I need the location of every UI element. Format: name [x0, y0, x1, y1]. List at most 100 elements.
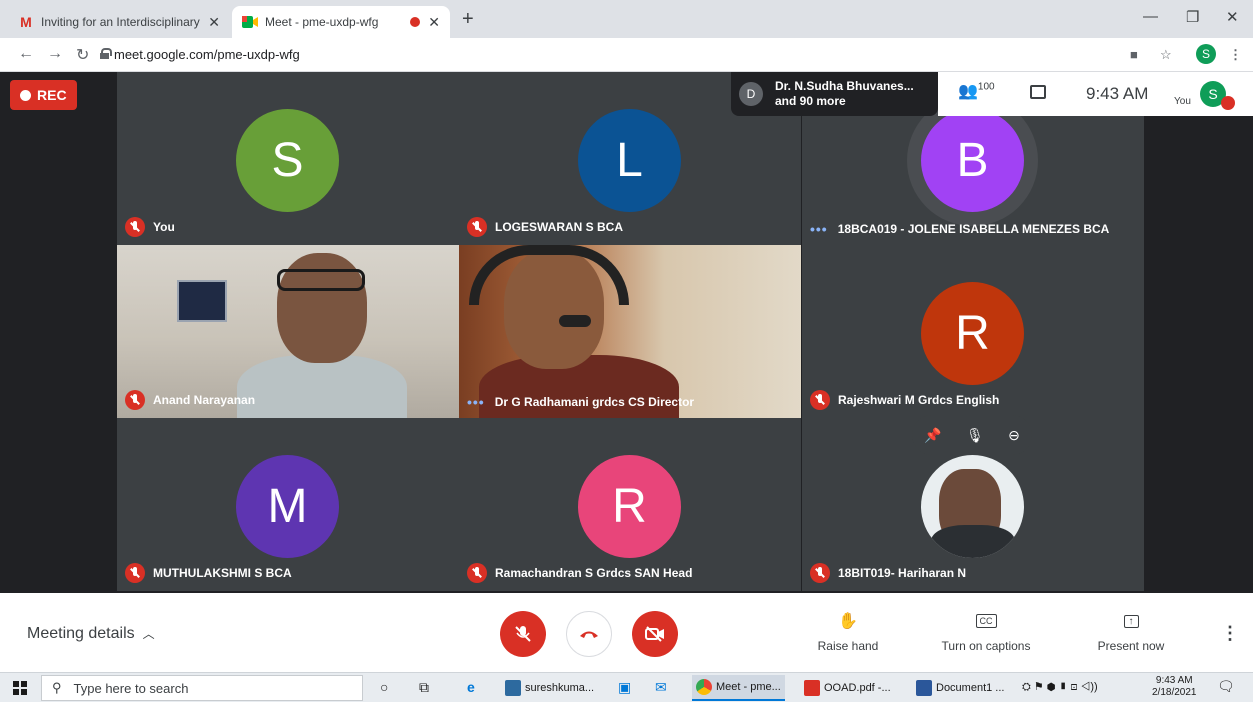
avatar: B — [921, 109, 1024, 212]
pdf-icon — [804, 680, 820, 696]
headset — [469, 245, 629, 305]
taskbar-search[interactable]: ⚲ Type here to search — [41, 675, 363, 701]
record-dot-icon — [20, 89, 31, 101]
participant-video-tile[interactable]: ••• Dr G Radhamani grdcs CS Director — [459, 245, 801, 418]
new-tab-button[interactable]: + — [462, 8, 474, 31]
mail-icon[interactable]: ✉ — [655, 679, 667, 696]
meeting-details-label: Meeting details — [27, 625, 135, 642]
close-window-icon[interactable]: ✕ — [1226, 8, 1239, 26]
menu-kebab-icon[interactable]: ⋮ — [1229, 47, 1242, 63]
profile-avatar[interactable]: S — [1196, 44, 1216, 64]
wall-frame — [177, 280, 227, 322]
taskbar-clock[interactable]: 9:43 AM 2/18/2021 — [1152, 675, 1197, 699]
participant-tile[interactable]: M MUTHULAKSHMI S BCA — [117, 418, 459, 591]
more-count: and 90 more — [775, 94, 846, 108]
mic-off-icon — [125, 390, 145, 410]
raise-hand-button[interactable]: ✋ Raise hand — [788, 611, 908, 653]
avatar: D — [739, 82, 763, 106]
participant-name: MUTHULAKSHMI S BCA — [153, 566, 292, 580]
taskbar-app-pdf[interactable]: OOAD.pdf -... — [800, 675, 895, 701]
search-icon: ⚲ — [52, 680, 62, 695]
mic-off-icon — [467, 217, 487, 237]
mic-off-icon — [1221, 96, 1235, 110]
taskbar-app-explorer[interactable]: sureshkuma... — [501, 675, 598, 701]
leave-call-button[interactable] — [566, 611, 612, 657]
participant-name-label: LOGESWARAN S BCA — [467, 217, 623, 237]
gmail-icon: M — [20, 14, 32, 30]
close-icon[interactable]: ✕ — [208, 14, 220, 31]
task-view-icon[interactable]: ⧉ — [419, 679, 429, 696]
participant-name-label: Ramachandran S Grdcs SAN Head — [467, 563, 692, 583]
avatar: R — [578, 455, 681, 558]
people-count: 100 — [977, 81, 995, 93]
mic-off-icon — [467, 563, 487, 583]
address-bar: ← → ↻ meet.google.com/pme-uxdp-wfg ■ ☆ S… — [0, 38, 1253, 72]
participants-summary[interactable]: D Dr. N.Sudha Bhuvanes... and 90 more — [731, 72, 938, 116]
mute-participant-icon[interactable]: 🎙 — [966, 427, 984, 444]
back-icon[interactable]: ← — [18, 45, 34, 63]
close-icon[interactable]: ✕ — [428, 14, 440, 31]
participant-tile[interactable]: R Ramachandran S Grdcs SAN Head — [459, 418, 801, 591]
captions-button[interactable]: CC Turn on captions — [926, 611, 1046, 653]
meet-info-bar: 👥100 9:43 AM You S — [938, 72, 1253, 116]
bookmark-star-icon[interactable]: ☆ — [1160, 47, 1172, 63]
participant-name-label: You — [125, 217, 175, 237]
mic-toggle-button[interactable] — [500, 611, 546, 657]
people-button[interactable]: 👥100 — [958, 81, 995, 101]
meeting-clock: 9:43 AM — [1086, 84, 1149, 103]
chrome-icon — [696, 679, 712, 695]
tab-gmail[interactable]: M Inviting for an Interdisciplinary R ✕ — [8, 6, 230, 38]
tray-icons[interactable]: ⛭ ⚑ ⬢ ▮ ⊡ ◁)) — [1022, 680, 1098, 694]
more-options-icon[interactable]: ⋮ — [1221, 623, 1239, 644]
meeting-details-button[interactable]: Meeting details ︿ — [27, 625, 155, 643]
participant-name-label: Rajeshwari M Grdcs English — [810, 390, 999, 410]
present-now-label: Present now — [1097, 639, 1165, 653]
camera-toggle-button[interactable] — [632, 611, 678, 657]
avatar: R — [921, 282, 1024, 385]
restore-icon[interactable]: ❐ — [1186, 8, 1199, 26]
windows-start-icon[interactable] — [13, 681, 27, 695]
hand-icon: ✋ — [838, 613, 858, 630]
participant-video-tile[interactable]: Anand Narayanan — [117, 245, 459, 418]
tile-hover-controls: 📌 🎙 ⊖ — [912, 415, 1032, 455]
browser-tab-bar: M Inviting for an Interdisciplinary R ✕ … — [0, 0, 1253, 38]
reload-icon[interactable]: ↻ — [76, 45, 89, 65]
chat-icon[interactable] — [1030, 85, 1046, 99]
tab-title: Inviting for an Interdisciplinary R — [41, 15, 201, 29]
participant-name-label: Anand Narayanan — [125, 390, 255, 410]
notification-icon[interactable]: 🗨 — [1217, 678, 1235, 695]
chevron-up-icon: ︿ — [142, 627, 155, 641]
presenter-name: Dr. N.Sudha Bhuvanes... — [775, 79, 914, 93]
person-body — [237, 355, 407, 418]
participant-tile[interactable]: R Rajeshwari M Grdcs English — [802, 245, 1144, 418]
taskbar-app-chrome[interactable]: Meet - pme... — [692, 675, 785, 701]
participant-name-label: MUTHULAKSHMI S BCA — [125, 563, 292, 583]
avatar: L — [578, 109, 681, 212]
participant-tile[interactable]: S You — [117, 72, 459, 245]
hang-up-icon — [580, 631, 598, 638]
participant-name: 18BCA019 - JOLENE ISABELLA MENEZES BCA — [837, 222, 1110, 236]
pin-icon[interactable]: 📌 — [924, 427, 941, 444]
glasses — [277, 269, 365, 291]
profile-photo — [921, 455, 1024, 558]
cortana-icon[interactable]: ○ — [380, 679, 388, 695]
clock-date: 2/18/2021 — [1152, 687, 1197, 698]
recording-indicator-icon — [410, 17, 421, 27]
tab-meet[interactable]: Meet - pme-uxdp-wfg ✕ — [232, 6, 450, 38]
word-icon — [916, 680, 932, 696]
meet-stage: REC S You L LOGESWARAN S BCA B ••• 18BCA… — [0, 72, 1253, 593]
participant-name: 18BIT019- Hariharan N — [838, 566, 967, 580]
remove-participant-icon[interactable]: ⊖ — [1008, 427, 1020, 444]
you-label: You — [1174, 96, 1191, 107]
recording-badge: REC — [10, 80, 77, 110]
taskbar-app-word[interactable]: Document1 ... — [912, 675, 1008, 701]
present-now-button[interactable]: ↑ Present now — [1071, 611, 1191, 653]
camera-icon[interactable]: ■ — [1130, 47, 1138, 62]
participant-name: Rajeshwari M Grdcs English — [838, 393, 1000, 407]
folder-icon — [505, 680, 521, 696]
store-icon[interactable]: ▣ — [618, 679, 631, 696]
forward-icon[interactable]: → — [47, 45, 63, 63]
edge-icon[interactable]: e — [467, 679, 475, 695]
minimize-icon[interactable]: — — [1143, 8, 1158, 25]
url-field[interactable]: meet.google.com/pme-uxdp-wfg — [114, 47, 300, 62]
